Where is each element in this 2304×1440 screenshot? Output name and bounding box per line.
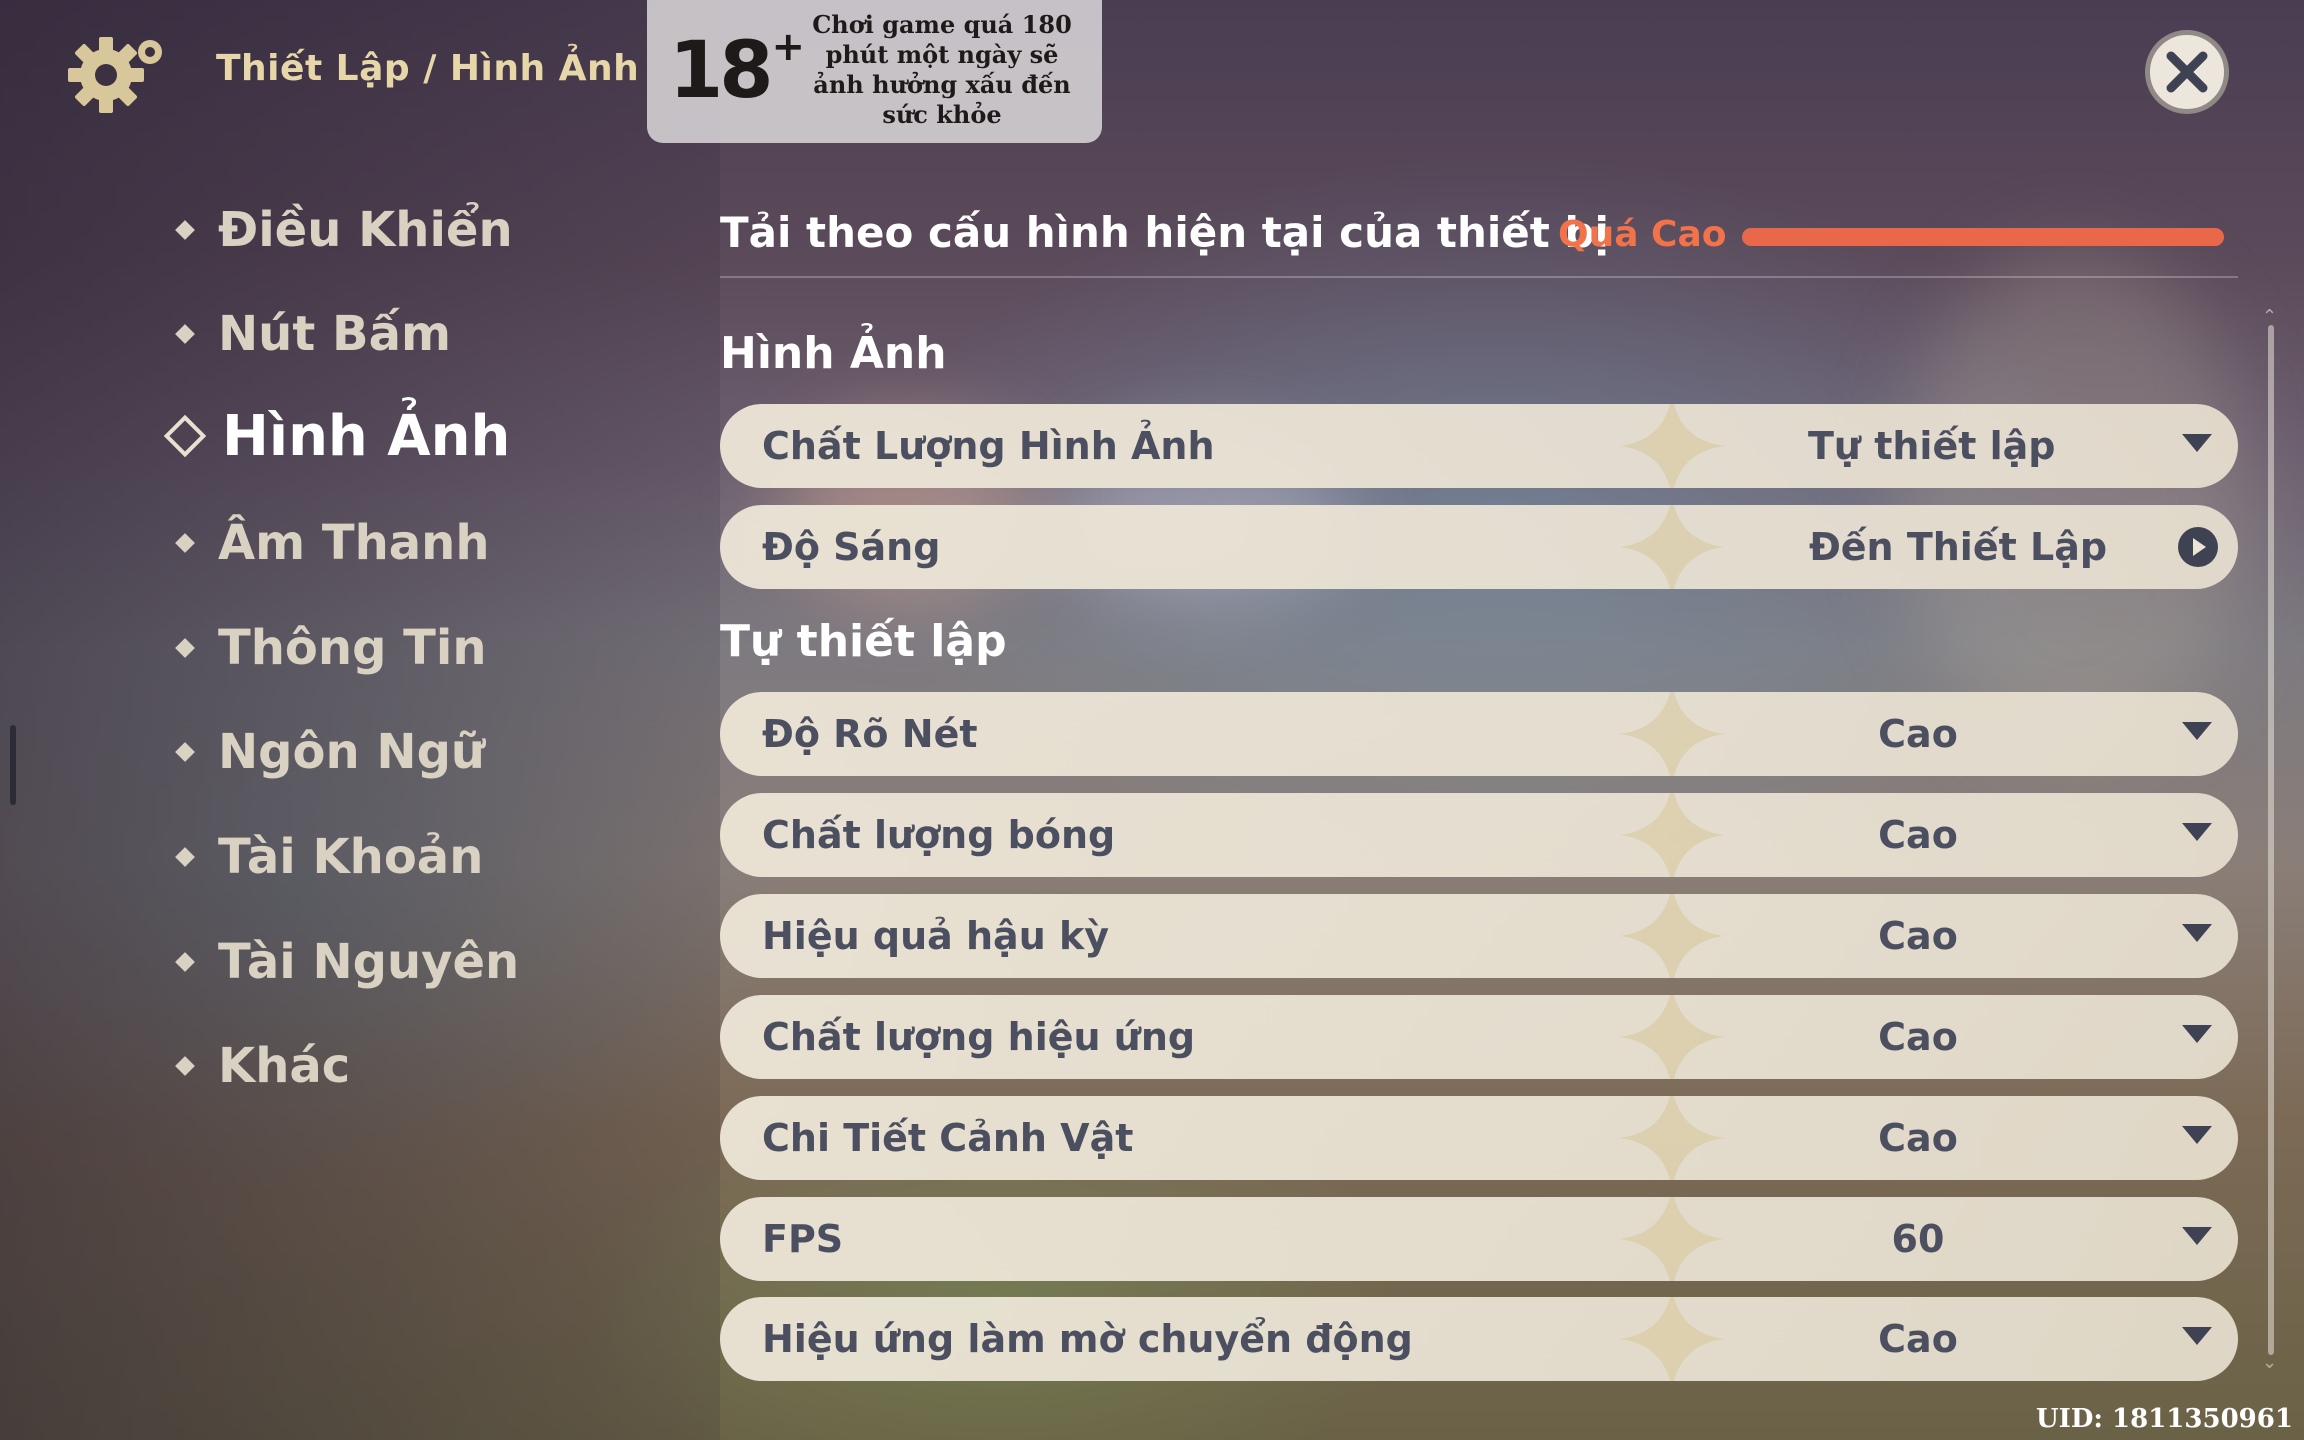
setting-label: Chi Tiết Cảnh Vật — [762, 1116, 1134, 1160]
chevron-down-icon[interactable] — [2182, 924, 2212, 942]
diamond-bullet-icon — [175, 1056, 195, 1076]
health-warning-text: Chơi game quá 180 phút một ngày sẽ ảnh h… — [812, 10, 1072, 129]
setting-value: Cao — [1878, 712, 1958, 756]
chevron-down-icon[interactable] — [2182, 1025, 2212, 1043]
setting-label: Chất Lượng Hình Ảnh — [762, 424, 1215, 468]
setting-row-fps[interactable]: FPS 60 — [720, 1197, 2238, 1281]
decor-star-icon — [1620, 793, 1724, 877]
sidebar-item-label: Hình Ảnh — [222, 403, 511, 469]
setting-row-effects-quality[interactable]: Chất lượng hiệu ứng Cao — [720, 995, 2238, 1079]
section-title-graphics: Hình Ảnh — [720, 328, 947, 379]
chevron-down-icon[interactable] — [2182, 1327, 2212, 1345]
setting-label: Hiệu ứng làm mờ chuyển động — [762, 1317, 1413, 1361]
decor-star-icon — [1620, 692, 1724, 776]
sidebar-item-label: Tài Nguyên — [218, 934, 520, 990]
section-title-custom: Tự thiết lập — [720, 616, 1007, 667]
sidebar-item-resources[interactable]: Tài Nguyên — [170, 927, 519, 997]
sidebar-item-controls[interactable]: Điều Khiển — [170, 195, 513, 265]
diamond-selected-icon — [163, 414, 207, 458]
diamond-bullet-icon — [175, 638, 195, 658]
diamond-bullet-icon — [175, 324, 195, 344]
sidebar-item-graphics[interactable]: Hình Ảnh — [163, 401, 511, 471]
device-load-label: Tải theo cấu hình hiện tại của thiết bị — [720, 208, 1609, 257]
decor-star-icon — [1620, 505, 1724, 589]
chevron-down-icon[interactable] — [2182, 1126, 2212, 1144]
decor-star-icon — [1620, 995, 1724, 1079]
setting-row-scene-detail[interactable]: Chi Tiết Cảnh Vật Cao — [720, 1096, 2238, 1180]
setting-label: Chất lượng hiệu ứng — [762, 1015, 1196, 1059]
sidebar-item-label: Khác — [218, 1038, 351, 1094]
sidebar-item-label: Ngôn Ngữ — [218, 724, 486, 780]
decor-star-icon — [1620, 1197, 1724, 1281]
chevron-down-icon[interactable] — [2182, 722, 2212, 740]
user-id: UID: 1811350961 — [2036, 1404, 2293, 1434]
decor-star-icon — [1620, 1096, 1724, 1180]
age-rating-notice: 18+ Chơi game quá 180 phút một ngày sẽ ả… — [647, 0, 1102, 143]
setting-row-brightness[interactable]: Độ Sáng Đến Thiết Lập — [720, 505, 2238, 589]
close-button[interactable] — [2145, 30, 2229, 114]
device-load-bar — [1742, 228, 2224, 246]
setting-row-motion-blur[interactable]: Hiệu ứng làm mờ chuyển động Cao — [720, 1297, 2238, 1381]
sidebar-item-label: Âm Thanh — [218, 515, 490, 571]
setting-value: Cao — [1878, 813, 1958, 857]
decor-star-icon — [1620, 404, 1724, 488]
device-load-value: Quá Cao — [1558, 214, 1727, 255]
setting-value: Cao — [1878, 1015, 1958, 1059]
setting-label: Độ Sáng — [762, 525, 941, 569]
setting-value: Tự thiết lập — [1808, 424, 2056, 468]
divider — [720, 276, 2238, 278]
sidebar-item-buttons[interactable]: Nút Bấm — [170, 299, 451, 369]
diamond-bullet-icon — [175, 847, 195, 867]
sidebar-scrollbar[interactable] — [10, 725, 16, 805]
setting-value: Cao — [1878, 1116, 1958, 1160]
diamond-bullet-icon — [175, 952, 195, 972]
breadcrumb: Thiết Lập / Hình Ảnh — [216, 48, 640, 89]
sidebar-item-other[interactable]: Khác — [170, 1031, 350, 1101]
scroll-up-icon: ⌃ — [2262, 306, 2278, 327]
sidebar-item-account[interactable]: Tài Khoản — [170, 822, 483, 892]
sidebar-item-info[interactable]: Thông Tin — [170, 613, 487, 683]
sidebar-item-label: Tài Khoản — [218, 829, 484, 885]
close-icon — [2166, 51, 2208, 93]
diamond-bullet-icon — [175, 533, 195, 553]
setting-value: 60 — [1891, 1217, 1945, 1261]
sidebar-item-language[interactable]: Ngôn Ngữ — [170, 717, 485, 787]
setting-value: Cao — [1878, 914, 1958, 958]
decor-star-icon — [1620, 1297, 1724, 1381]
setting-row-shadow-quality[interactable]: Chất lượng bóng Cao — [720, 793, 2238, 877]
setting-label: FPS — [762, 1217, 844, 1261]
decor-star-icon — [1620, 894, 1724, 978]
sidebar-item-label: Thông Tin — [218, 620, 487, 676]
age-rating: 18+ — [669, 24, 805, 116]
sidebar-item-label: Nút Bấm — [218, 306, 451, 362]
setting-label: Độ Rõ Nét — [762, 712, 978, 756]
scroll-down-icon: ⌄ — [2262, 1352, 2278, 1373]
sidebar-item-audio[interactable]: Âm Thanh — [170, 508, 490, 578]
setting-row-sharpness[interactable]: Độ Rõ Nét Cao — [720, 692, 2238, 776]
diamond-bullet-icon — [175, 742, 195, 762]
setting-value: Cao — [1878, 1317, 1958, 1361]
setting-value: Đến Thiết Lập — [1808, 525, 2108, 569]
setting-row-post-processing[interactable]: Hiệu quả hậu kỳ Cao — [720, 894, 2238, 978]
setting-label: Chất lượng bóng — [762, 813, 1116, 857]
sidebar-item-label: Điều Khiển — [218, 202, 513, 258]
settings-scrollbar[interactable] — [2268, 325, 2274, 1355]
chevron-down-icon[interactable] — [2182, 434, 2212, 452]
chevron-down-icon[interactable] — [2182, 823, 2212, 841]
chevron-down-icon[interactable] — [2182, 1227, 2212, 1245]
arrow-right-circle-icon[interactable] — [2178, 527, 2218, 567]
setting-label: Hiệu quả hậu kỳ — [762, 914, 1110, 958]
diamond-bullet-icon — [175, 220, 195, 240]
settings-gear-icon — [62, 30, 172, 120]
setting-row-graphics-quality[interactable]: Chất Lượng Hình Ảnh Tự thiết lập — [720, 404, 2238, 488]
background-blur — [1900, 250, 2250, 750]
